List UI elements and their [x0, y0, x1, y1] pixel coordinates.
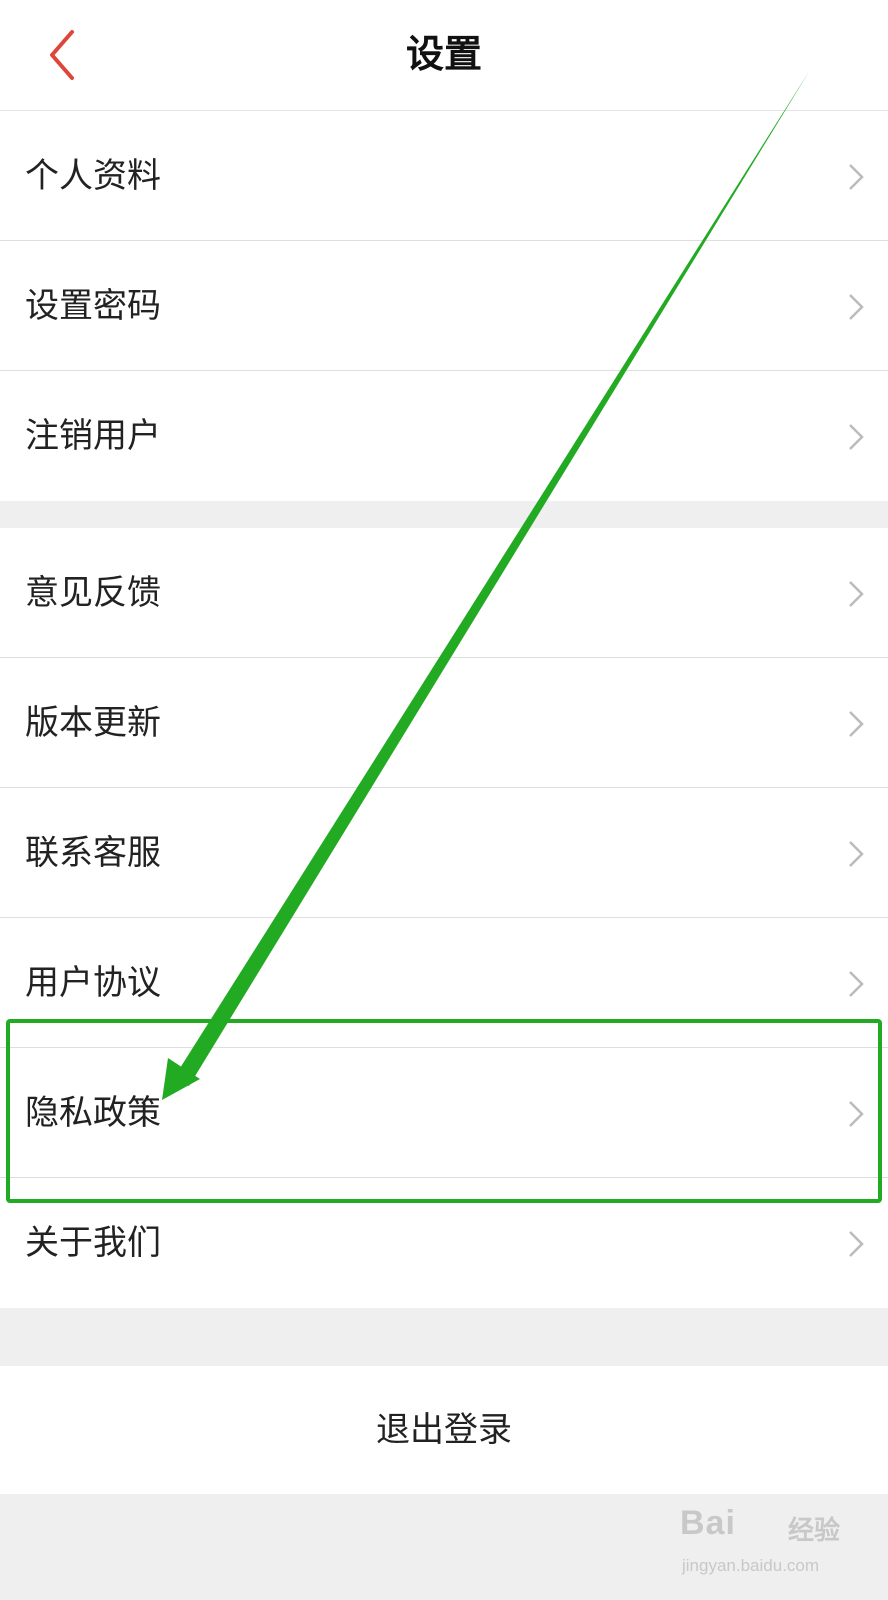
settings-item-label: 关于我们 — [25, 1223, 161, 1263]
settings-item-label: 版本更新 — [25, 703, 161, 743]
settings-item-feedback[interactable]: 意见反馈 — [0, 528, 888, 658]
baidu-jingyan-watermark: Bai 经验 jingyan.baidu.com — [680, 1500, 870, 1590]
settings-item-privacy[interactable]: 隐私政策 — [0, 1048, 888, 1178]
chevron-right-icon — [849, 1231, 864, 1257]
watermark-url: jingyan.baidu.com — [682, 1556, 820, 1575]
chevron-right-icon — [849, 164, 864, 190]
settings-item-agreement[interactable]: 用户协议 — [0, 918, 888, 1048]
chevron-right-icon — [849, 424, 864, 450]
chevron-right-icon — [849, 294, 864, 320]
chevron-right-icon — [849, 581, 864, 607]
settings-item-password[interactable]: 设置密码 — [0, 241, 888, 371]
settings-item-label: 注销用户 — [25, 416, 161, 456]
chevron-right-icon — [849, 1101, 864, 1127]
chevron-right-icon — [849, 971, 864, 997]
settings-item-label: 个人资料 — [25, 156, 161, 196]
page-title: 设置 — [405, 32, 482, 76]
nav-bar: 设置 — [0, 0, 888, 111]
settings-item-label: 设置密码 — [25, 286, 161, 326]
settings-item-label: 意见反馈 — [25, 573, 161, 613]
chevron-right-icon — [849, 841, 864, 867]
watermark-cn-text: 经验 — [788, 1515, 841, 1545]
settings-item-deactivate[interactable]: 注销用户 — [0, 371, 888, 501]
settings-group-account: 个人资料 设置密码 注销用户 — [0, 111, 888, 501]
settings-item-update[interactable]: 版本更新 — [0, 658, 888, 788]
settings-group-about: 意见反馈 版本更新 联系客服 用户协议 隐私政策 关于我们 — [0, 528, 888, 1308]
watermark-logo-text: Bai — [680, 1504, 736, 1542]
settings-item-label: 隐私政策 — [25, 1093, 161, 1133]
settings-item-profile[interactable]: 个人资料 — [0, 111, 888, 241]
chevron-right-icon — [849, 711, 864, 737]
logout-button[interactable]: 退出登录 — [0, 1366, 888, 1494]
settings-item-label: 联系客服 — [25, 833, 161, 873]
settings-item-about[interactable]: 关于我们 — [0, 1178, 888, 1308]
settings-item-label: 用户协议 — [25, 963, 161, 1003]
settings-item-support[interactable]: 联系客服 — [0, 788, 888, 918]
